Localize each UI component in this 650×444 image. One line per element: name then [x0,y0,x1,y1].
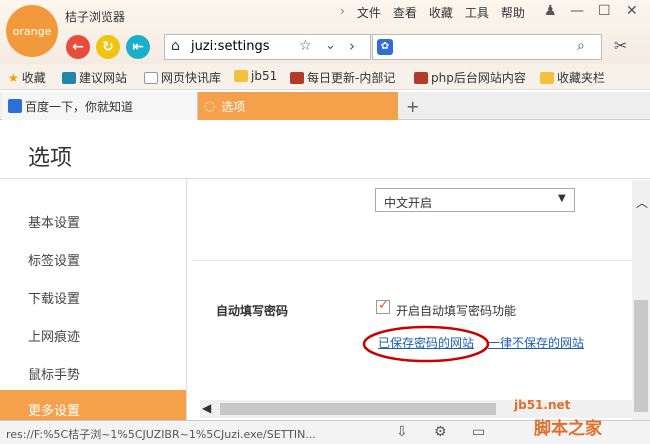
star-icon: ★ [8,70,19,85]
bookmark-favorites[interactable]: ★ 收藏 [8,69,46,86]
home-icon: ⌂ [171,38,180,54]
page-icon [144,71,158,84]
address-input[interactable]: juzi:settings [191,39,270,54]
app-title: 桔子浏览器 [65,10,126,24]
minimize-button[interactable]: — [570,3,584,19]
back-button[interactable]: ← [66,35,90,59]
autofill-checkbox-label[interactable]: 开启自动填写密码功能 [396,302,516,319]
settings-page: 选项 基本设置 标签设置 下载设置 上网痕迹 鼠标手势 更多设置 中文开启 ▼ … [0,120,650,420]
skin-icon[interactable]: ♟ [544,3,557,19]
sidebar-item-basic[interactable]: 基本设置 [28,212,80,231]
menu-help[interactable]: 帮助 [501,4,525,21]
chevron-down-icon: ▼ [558,193,566,204]
home-button[interactable]: ⇤ [126,35,150,59]
tab-strip: 百度一下，你就知道 ◌ 选项 + [0,92,650,120]
window-icon[interactable]: ▭ [472,424,485,440]
divider [0,178,650,179]
folder-icon [234,70,248,82]
bookmark-webslice[interactable]: 网页快讯库 [144,69,221,86]
tab-baidu[interactable]: 百度一下，你就知道 [2,92,198,120]
sidebar-item-gestures[interactable]: 鼠标手势 [28,364,80,383]
sidebar-divider [186,178,187,420]
sidebar-item-history[interactable]: 上网痕迹 [28,326,80,345]
vertical-scroll-thumb[interactable] [634,300,648,412]
dropdown-chevron-icon[interactable]: ⌄ [325,38,336,53]
scissors-icon[interactable]: ✂ [614,36,627,55]
app-logo[interactable]: orange [6,5,58,57]
jb-icon [290,71,304,84]
language-dropdown[interactable]: 中文开启 ▼ [375,188,575,212]
close-button[interactable]: ✕ [626,3,638,19]
bookmark-jb51[interactable]: jb51 [234,69,277,83]
sidebar-item-tabs[interactable]: 标签设置 [28,250,80,269]
settings-sidebar: 基本设置 标签设置 下载设置 上网痕迹 鼠标手势 更多设置 [0,180,186,420]
new-tab-button[interactable]: + [400,92,422,120]
maximize-button[interactable]: ☐ [598,3,611,19]
go-forward-icon[interactable]: › [349,37,355,55]
baidu-paw-icon[interactable]: ✿ [377,39,393,55]
watermark-text: 脚本之家 [534,419,602,439]
sidebar-item-more[interactable]: 更多设置 [0,390,186,420]
bing-icon [62,71,76,84]
page-title: 选项 [28,146,73,171]
star-icon[interactable]: ☆ [299,38,312,54]
menu-favorites[interactable]: 收藏 [429,4,453,21]
horizontal-scroll-thumb[interactable] [220,403,496,415]
menu-file[interactable]: 文件 [357,4,381,21]
folder-icon [540,71,554,84]
tab-options[interactable]: ◌ 选项 [198,92,398,120]
sidebar-item-download[interactable]: 下载设置 [28,288,80,307]
watermark-url: jb51.net [514,398,571,412]
jb-icon [414,71,428,84]
search-icon[interactable]: ⌕ [577,38,585,54]
never-save-link[interactable]: 一律不保存的网站 [488,334,584,351]
baidu-paw-icon [8,99,22,113]
refresh-button[interactable]: ↻ [96,35,120,59]
address-bar[interactable]: ⌂ juzi:settings ☆ ⌄ › [164,34,371,60]
bookmark-suggested[interactable]: 建议网站 [62,69,127,86]
loading-spinner-icon: ◌ [204,98,216,114]
scroll-up-icon[interactable]: ︿ [636,194,648,211]
autofill-checkbox[interactable]: ✓ [376,298,390,314]
menu-tools[interactable]: 工具 [465,4,489,21]
section-divider [192,260,632,261]
annotation-circle [362,325,490,363]
gear-icon[interactable]: ⚙ [434,424,447,440]
download-icon[interactable]: ⇩ [396,424,408,440]
title-bar: orange 桔子浏览器 › 文件 查看 收藏 工具 帮助 ♟ — ☐ ✕ ← … [0,0,650,64]
scroll-left-icon[interactable]: ◀ [202,401,211,415]
search-box[interactable]: ✿ ⌕ [372,34,602,60]
bookmark-favorites-bar[interactable]: 收藏夹栏 [540,69,605,86]
status-text: res://F:%5C桔子浏~1%5CJUZIBR~1%5CJuzi.exe/S… [6,428,316,441]
menu-view[interactable]: 查看 [393,4,417,21]
menu-bar: › 文件 查看 收藏 工具 帮助 [340,4,537,21]
menu-chevron-icon[interactable]: › [340,4,345,21]
bookmark-daily[interactable]: 每日更新-内部记 [290,69,395,86]
vertical-scrollbar[interactable]: ︿ [632,180,650,420]
checkmark-icon: ✓ [378,298,389,313]
autofill-label: 自动填写密码 [216,304,289,318]
bookmark-php[interactable]: php后台网站内容 [414,69,526,86]
bookmarks-bar: ★ 收藏 建议网站 网页快讯库 jb51 每日更新-内部记 php后台网站内容 … [0,64,650,90]
